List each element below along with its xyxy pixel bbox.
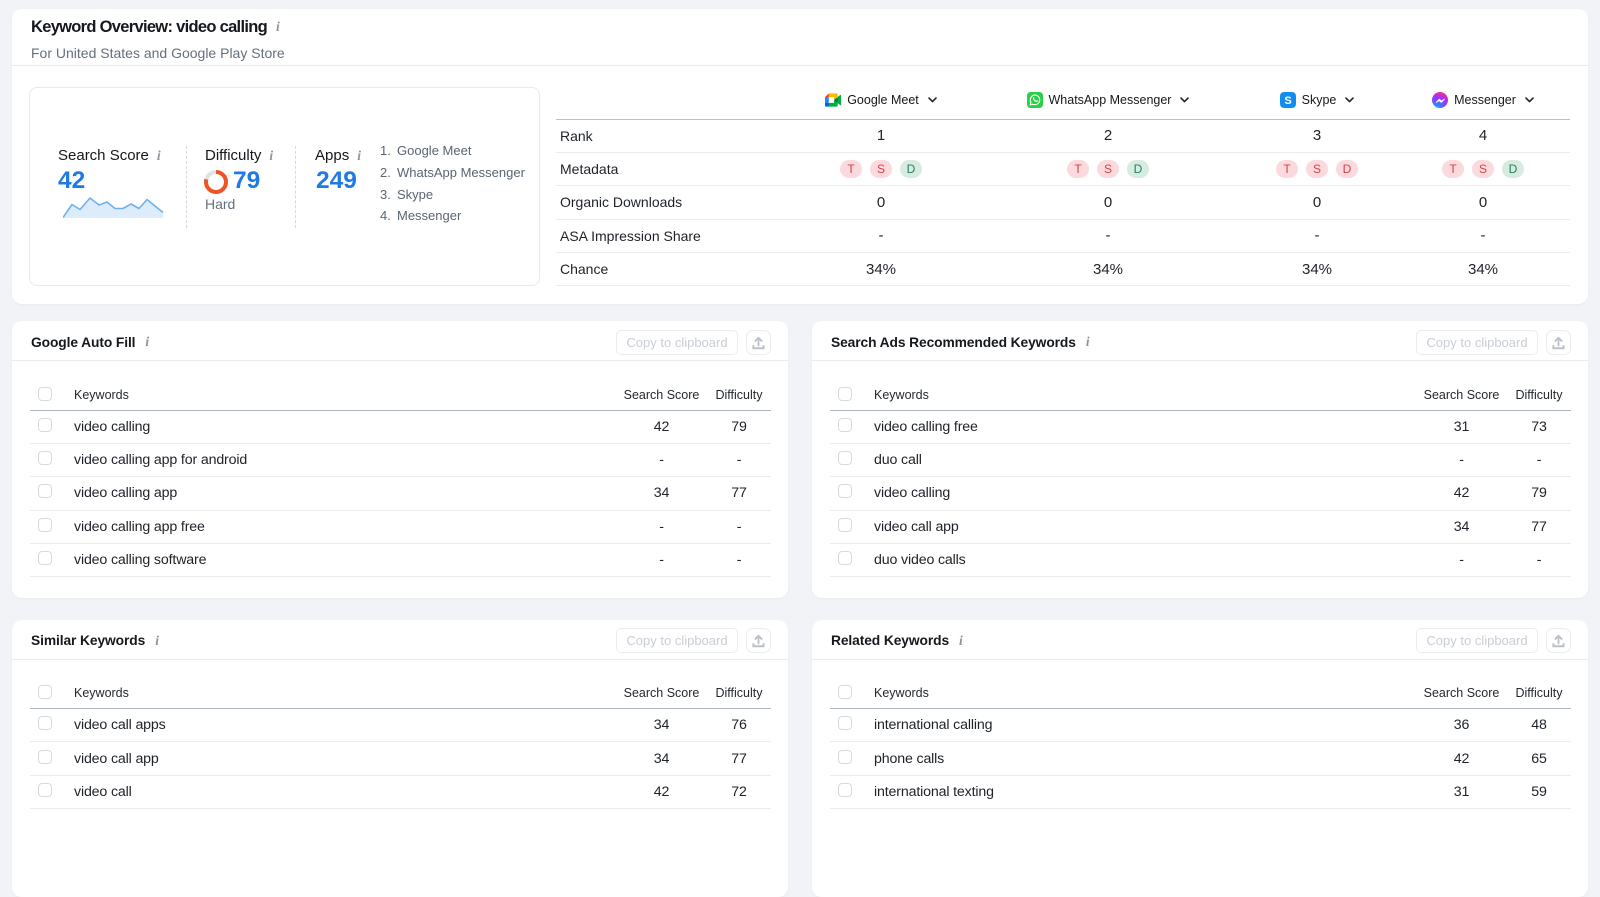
- svg-text:S: S: [1284, 95, 1291, 107]
